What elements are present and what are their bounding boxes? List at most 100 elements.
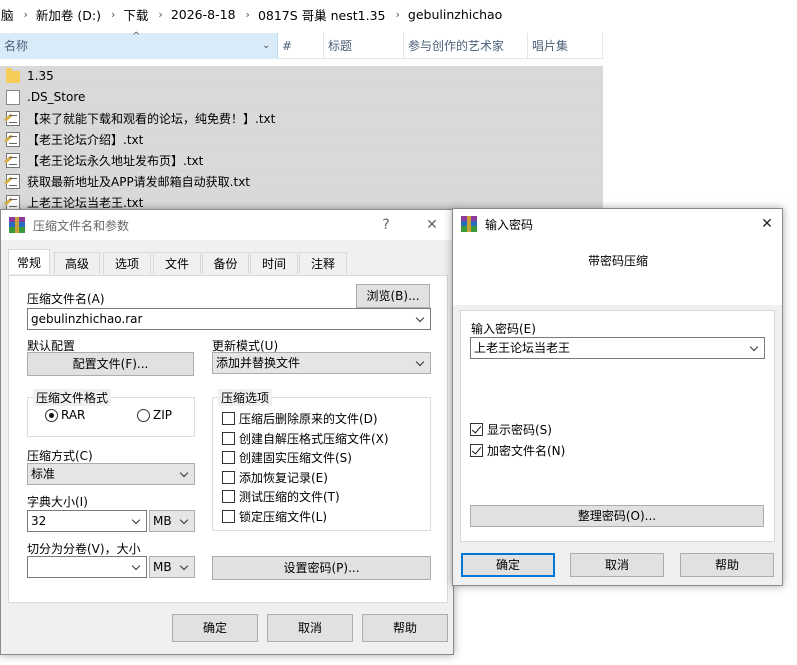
chevron-down-icon[interactable] xyxy=(130,557,144,577)
tab-files[interactable]: 文件 xyxy=(153,252,201,274)
chevron-down-icon xyxy=(178,557,192,577)
file-row[interactable]: 【来了就能下载和观看的论坛，纯免费！】.txt xyxy=(0,108,603,129)
tab-options[interactable]: 选项 xyxy=(103,252,151,274)
breadcrumb: 脑 › 新加卷 (D:) › 下载 › 2026-8-18 › 0817S 哥巢 nest1.3… xyxy=(0,0,797,28)
dict-unit-value: MB xyxy=(153,514,172,528)
tab-time[interactable]: 时间 xyxy=(250,252,298,274)
tab-advanced[interactable]: 高级 xyxy=(54,252,100,274)
password-value: 上老王论坛当老王 xyxy=(474,341,571,355)
chevron-down-icon[interactable] xyxy=(414,309,428,329)
password-help-button[interactable]: 帮助 xyxy=(680,553,774,577)
dict-size-label: 字典大小(I) xyxy=(27,495,88,509)
format-group-label: 压缩文件格式 xyxy=(33,389,112,406)
text-file-icon xyxy=(6,152,20,168)
checkbox-checked-icon xyxy=(470,444,483,457)
column-album[interactable]: 唱片集 xyxy=(528,33,603,59)
breadcrumb-item[interactable]: 2026-8-18 xyxy=(168,7,239,22)
radio-checked-icon xyxy=(45,408,58,422)
tab-comment[interactable]: 注释 xyxy=(299,252,347,274)
file-row[interactable]: 1.35 xyxy=(0,66,603,87)
file-name: 【来了就能下载和观看的论坛，纯免费！】.txt xyxy=(27,111,276,126)
dict-size-select[interactable]: 32 xyxy=(27,510,147,532)
option-label: 测试压缩的文件(T) xyxy=(239,490,340,504)
text-file-icon xyxy=(6,131,20,147)
column-number[interactable]: # xyxy=(278,33,324,59)
breadcrumb-item[interactable]: 0817S 哥巢 nest1.35 xyxy=(255,5,389,24)
archive-dialog-title: 压缩文件名和参数 xyxy=(33,218,130,233)
chevron-down-icon[interactable] xyxy=(748,338,762,358)
file-name: 获取最新地址及APP请发邮箱自动获取.txt xyxy=(27,174,251,189)
option-label: 创建固实压缩文件(S) xyxy=(239,451,352,465)
tab-backup[interactable]: 备份 xyxy=(202,252,249,274)
options-group-label: 压缩选项 xyxy=(218,389,273,406)
tab-general[interactable]: 常规 xyxy=(8,249,50,274)
method-label: 压缩方式(C) xyxy=(27,449,93,463)
browse-button[interactable]: 浏览(B)... xyxy=(356,284,430,308)
file-row[interactable]: .DS_Store xyxy=(0,87,603,108)
update-mode-select[interactable]: 添加并替换文件 xyxy=(212,352,431,374)
checkbox-unchecked-icon xyxy=(222,431,235,445)
file-row[interactable]: 获取最新地址及APP请发邮箱自动获取.txt xyxy=(0,171,603,192)
column-name[interactable]: 名称 ^ ⌄ xyxy=(0,31,278,59)
option-checkbox[interactable]: 添加恢复记录(E) xyxy=(222,469,328,486)
organize-passwords-button[interactable]: 整理密码(O)... xyxy=(470,505,764,527)
close-icon[interactable]: ✕ xyxy=(417,210,447,240)
dict-unit-select[interactable]: MB xyxy=(149,510,195,532)
checkbox-unchecked-icon xyxy=(222,451,235,464)
option-label: 锁定压缩文件(L) xyxy=(239,509,328,524)
checkbox-unchecked-icon xyxy=(222,490,235,503)
password-cancel-button[interactable]: 取消 xyxy=(570,553,664,577)
column-name-label: 名称 xyxy=(4,39,29,53)
update-mode-value: 添加并替换文件 xyxy=(216,356,301,370)
chevron-down-icon[interactable]: ⌄ xyxy=(262,33,270,59)
breadcrumb-item[interactable]: 新加卷 (D:) xyxy=(33,5,104,24)
column-title-label: 标题 xyxy=(328,39,353,53)
set-password-button[interactable]: 设置密码(P)... xyxy=(212,556,431,580)
password-dialog: 输入密码 ✕ 带密码压缩 输入密码(E) 上老王论坛当老王 显示密码(S) 加密… xyxy=(452,208,783,586)
split-unit-select[interactable]: MB xyxy=(149,556,195,578)
breadcrumb-item[interactable]: 脑 xyxy=(0,5,17,24)
checkbox-unchecked-icon xyxy=(222,509,235,523)
format-rar-radio[interactable]: RAR xyxy=(45,408,85,422)
archive-help-button[interactable]: 帮助 xyxy=(362,614,448,642)
folder-icon xyxy=(6,68,20,83)
password-ok-button[interactable]: 确定 xyxy=(461,553,555,577)
column-title[interactable]: 标题 xyxy=(324,33,404,59)
password-header: 带密码压缩 xyxy=(453,239,782,305)
archive-name-value: gebulinzhichao.rar xyxy=(31,312,143,326)
option-checkbox[interactable]: 测试压缩的文件(T) xyxy=(222,488,340,505)
close-icon[interactable]: ✕ xyxy=(752,209,782,239)
column-artist[interactable]: 参与创作的艺术家 xyxy=(404,33,528,59)
format-zip-label: ZIP xyxy=(153,408,172,422)
breadcrumb-item[interactable]: gebulinzhichao xyxy=(405,7,505,22)
encrypt-filenames-label: 加密文件名(N) xyxy=(487,444,566,458)
archive-ok-button[interactable]: 确定 xyxy=(172,614,258,642)
password-dialog-title: 输入密码 xyxy=(485,217,534,232)
password-input[interactable]: 上老王论坛当老王 xyxy=(470,337,765,359)
file-name: 1.35 xyxy=(27,69,54,83)
format-zip-radio[interactable]: ZIP xyxy=(137,408,172,422)
checkbox-checked-icon xyxy=(470,423,483,436)
option-label: 压缩后删除原来的文件(D) xyxy=(239,412,378,426)
method-select[interactable]: 标准 xyxy=(27,463,195,485)
checkbox-unchecked-icon xyxy=(222,412,235,425)
help-icon[interactable]: ? xyxy=(371,210,401,240)
encrypt-filenames-checkbox[interactable]: 加密文件名(N) xyxy=(470,442,565,459)
option-checkbox[interactable]: 压缩后删除原来的文件(D) xyxy=(222,410,378,427)
show-password-checkbox[interactable]: 显示密码(S) xyxy=(470,421,552,438)
archive-dialog-titlebar[interactable]: 压缩文件名和参数 ? ✕ xyxy=(1,210,453,240)
option-checkbox[interactable]: 锁定压缩文件(L) xyxy=(222,508,327,525)
file-row[interactable]: 【老王论坛永久地址发布页】.txt xyxy=(0,150,603,171)
password-dialog-titlebar[interactable]: 输入密码 ✕ xyxy=(453,209,782,239)
password-label: 输入密码(E) xyxy=(471,322,536,336)
option-checkbox[interactable]: 创建自解压格式压缩文件(X) xyxy=(222,430,389,447)
option-checkbox[interactable]: 创建固实压缩文件(S) xyxy=(222,449,352,466)
file-row[interactable]: 【老王论坛介绍】.txt xyxy=(0,129,603,150)
text-file-icon xyxy=(6,194,20,210)
breadcrumb-item[interactable]: 下载 xyxy=(120,5,151,24)
profiles-button[interactable]: 配置文件(F)... xyxy=(27,352,194,376)
chevron-down-icon[interactable] xyxy=(130,511,144,531)
archive-cancel-button[interactable]: 取消 xyxy=(267,614,353,642)
archive-name-input[interactable]: gebulinzhichao.rar xyxy=(27,308,431,330)
split-size-input[interactable] xyxy=(27,556,147,578)
